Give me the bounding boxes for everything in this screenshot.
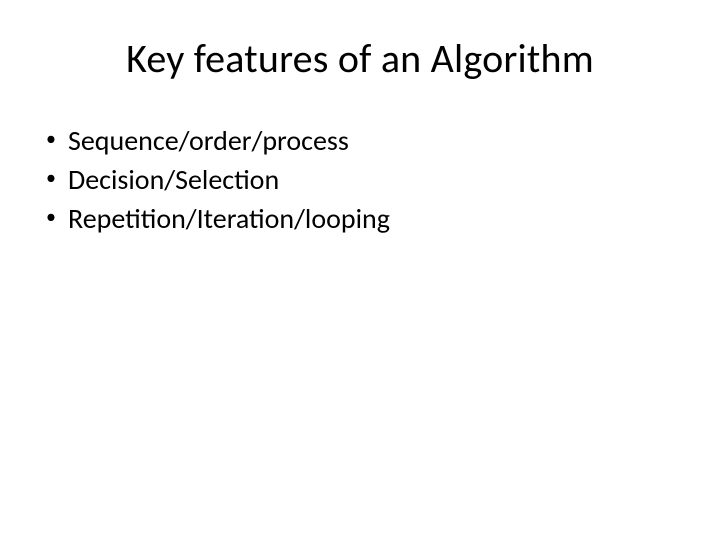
slide-title: Key features of an Algorithm — [40, 34, 680, 83]
bullet-text: Decision/Selection — [68, 162, 680, 197]
bullet-list: • Sequence/order/process • Decision/Sele… — [46, 123, 680, 236]
bullet-icon: • — [46, 162, 68, 194]
list-item: • Sequence/order/process — [46, 123, 680, 158]
bullet-icon: • — [46, 123, 68, 155]
slide: Key features of an Algorithm • Sequence/… — [0, 0, 720, 540]
bullet-text: Sequence/order/process — [68, 123, 680, 158]
bullet-icon: • — [46, 201, 68, 233]
list-item: • Repetition/Iteration/looping — [46, 201, 680, 236]
list-item: • Decision/Selection — [46, 162, 680, 197]
bullet-text: Repetition/Iteration/looping — [68, 201, 680, 236]
